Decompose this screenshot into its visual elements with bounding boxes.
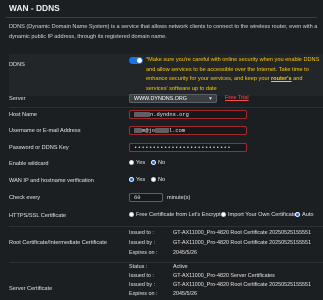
password-input[interactable]: •••••••••••••••••••••••••• bbox=[129, 143, 247, 152]
root-issued-to-key: Issued to : bbox=[129, 230, 154, 236]
lets-encrypt-option[interactable]: Free Certificate from Let's Encrypt bbox=[129, 212, 221, 218]
username-row: Username or E-mail Address m@jo l.com bbox=[9, 126, 319, 137]
password-label: Password or DDNS Key bbox=[9, 145, 69, 151]
check-every-label: Check every bbox=[9, 195, 41, 201]
verification-label: WAN IP and hostname verification bbox=[9, 178, 94, 184]
import-cert-option[interactable]: Import Your Own Certificate bbox=[221, 212, 296, 218]
verification-no-option[interactable]: No bbox=[151, 177, 165, 183]
root-issued-by-key: Issued by : bbox=[129, 240, 156, 246]
radio-selected-icon bbox=[129, 177, 134, 183]
root-expires-value: 2045/5/26 bbox=[173, 250, 197, 256]
server-status-value: Active bbox=[173, 264, 188, 270]
host-label: Host Name bbox=[9, 112, 37, 118]
option-label: Free Certificate from Let's Encrypt bbox=[136, 212, 221, 218]
username-value-a: m@jo bbox=[142, 128, 155, 134]
radio-selected-icon bbox=[295, 212, 300, 218]
ddns-label: DDNS bbox=[9, 62, 25, 68]
ddns-toggle[interactable] bbox=[129, 57, 143, 64]
root-expires-key: Expires on : bbox=[129, 250, 158, 256]
server-issued-by-value: GT-AX11000_Pro-4820 Root Certificate 202… bbox=[173, 282, 312, 288]
redacted-text bbox=[134, 128, 142, 134]
auto-cert-option[interactable]: Auto bbox=[295, 212, 314, 218]
wildcard-label: Enable wildcard bbox=[9, 161, 49, 167]
option-label: No bbox=[158, 177, 166, 183]
title-divider bbox=[6, 17, 317, 18]
radio-icon bbox=[129, 160, 134, 166]
root-cert-label: Root Certificate/Intermediate Certificat… bbox=[9, 240, 107, 246]
server-cert-row: Server Certificate Status : Active Issue… bbox=[9, 263, 319, 300]
server-row: Server WWW.DYNDNS.ORG ▼ Free Trial bbox=[9, 94, 319, 106]
server-select[interactable]: WWW.DYNDNS.ORG ▼ bbox=[129, 94, 217, 103]
redacted-text bbox=[134, 112, 150, 118]
free-trial-link[interactable]: Free Trial bbox=[225, 95, 249, 101]
option-label: No bbox=[158, 160, 166, 166]
radio-icon bbox=[151, 177, 156, 183]
page-title: WAN - DDNS bbox=[9, 3, 60, 13]
option-label: Yes bbox=[136, 177, 146, 183]
host-row: Host Name n.dyndns.org bbox=[9, 110, 319, 121]
ddns-row: DDNS *Make sure you're careful with onli… bbox=[9, 54, 323, 96]
wildcard-yes-option[interactable]: Yes bbox=[129, 160, 145, 166]
radio-selected-icon bbox=[151, 160, 156, 166]
password-row: Password or DDNS Key •••••••••••••••••••… bbox=[9, 143, 319, 154]
ddns-security-note: *Make sure you're careful with online se… bbox=[146, 56, 322, 94]
wildcard-no-option[interactable]: No bbox=[151, 160, 165, 166]
radio-icon bbox=[221, 212, 226, 218]
server-issued-by-key: Issued by : bbox=[129, 282, 156, 288]
https-cert-row: HTTPS/SSL Certificate Free Certificate f… bbox=[9, 212, 319, 222]
row-divider bbox=[9, 226, 323, 227]
radio-icon bbox=[129, 212, 134, 218]
server-expires-key: Expires on : bbox=[129, 291, 158, 297]
server-cert-label: Server Certificate bbox=[9, 286, 53, 292]
host-name-value: n.dyndns.org bbox=[150, 112, 189, 118]
wildcard-row: Enable wildcard Yes No bbox=[9, 160, 319, 170]
username-input[interactable]: m@jo l.com bbox=[129, 126, 247, 135]
chevron-down-icon: ▼ bbox=[208, 96, 213, 102]
root-issued-to-value: GT-AX11000_Pro-4820 Root Certificate 202… bbox=[173, 230, 312, 236]
server-expires-value: 2045/5/26 bbox=[173, 291, 197, 297]
server-issued-to-value: GT-AX11000_Pro-4820 Server Certificates bbox=[173, 273, 275, 279]
server-issued-to-key: Issued to : bbox=[129, 273, 154, 279]
server-select-value: WWW.DYNDNS.ORG bbox=[134, 96, 188, 102]
username-label: Username or E-mail Address bbox=[9, 128, 81, 134]
server-status-key: Status : bbox=[129, 264, 148, 270]
username-value-b: l.com bbox=[168, 128, 186, 134]
router-link[interactable]: router's bbox=[271, 76, 292, 82]
server-label: Server bbox=[9, 96, 26, 102]
row-divider bbox=[9, 107, 323, 108]
check-interval-row: Check every 60 minute(s) bbox=[9, 193, 319, 204]
page-description: DDNS (Dynamic Domain Name System) is a s… bbox=[9, 24, 318, 40]
check-interval-input[interactable]: 60 bbox=[129, 193, 163, 202]
toggle-knob bbox=[137, 58, 142, 63]
verification-row: WAN IP and hostname verification Yes No bbox=[9, 177, 319, 187]
interval-unit: minute(s) bbox=[167, 195, 191, 201]
option-label: Yes bbox=[136, 160, 146, 166]
option-label: Import Your Own Certificate bbox=[228, 212, 297, 218]
verification-yes-option[interactable]: Yes bbox=[129, 177, 145, 183]
root-issued-by-value: GT-AX11000_Pro-4820 Root Certificate 202… bbox=[173, 240, 312, 246]
option-label: Auto bbox=[302, 212, 314, 218]
redacted-text bbox=[154, 128, 169, 134]
root-cert-row: Root Certificate/Intermediate Certificat… bbox=[9, 228, 319, 260]
host-name-input[interactable]: n.dyndns.org bbox=[129, 110, 247, 119]
https-cert-label: HTTPS/SSL Certificate bbox=[9, 213, 66, 219]
